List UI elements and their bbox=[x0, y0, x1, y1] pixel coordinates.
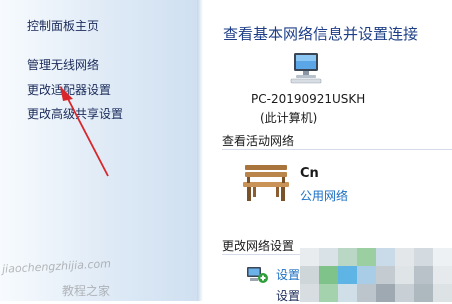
page-title: 查看基本网络信息并设置连接 bbox=[223, 25, 419, 43]
sidebar-item-advanced-sharing[interactable]: 更改高级共享设置 bbox=[27, 105, 123, 122]
network-setup-icon bbox=[247, 267, 268, 283]
change-settings-heading: 更改网络设置 bbox=[222, 239, 295, 253]
computer-name: PC-20190921USKH bbox=[251, 92, 366, 106]
network-type-link[interactable]: 公用网络 bbox=[300, 187, 348, 204]
network-name: Cn bbox=[300, 166, 319, 181]
active-networks-heading: 查看活动网络 bbox=[222, 134, 295, 148]
sidebar-item-manage-wireless[interactable]: 管理无线网络 bbox=[27, 56, 99, 73]
watermark-site: 教程之家 bbox=[62, 284, 111, 298]
sidebar-item-change-adapter-settings[interactable]: 更改适配器设置 bbox=[27, 81, 111, 98]
setup-connection-link[interactable]: 设置 bbox=[276, 266, 300, 283]
section-divider bbox=[222, 149, 452, 150]
left-sidebar: 控制面板主页 管理无线网络 更改适配器设置 更改高级共享设置 bbox=[0, 0, 197, 301]
computer-subtitle: (此计算机) bbox=[260, 111, 318, 125]
computer-icon bbox=[290, 53, 322, 84]
sidebar-item-control-panel-home[interactable]: 控制面板主页 bbox=[27, 17, 99, 34]
pixelated-region bbox=[300, 248, 452, 302]
public-network-bench-icon bbox=[243, 165, 289, 201]
setup-second-link[interactable]: 设置 bbox=[276, 287, 300, 304]
